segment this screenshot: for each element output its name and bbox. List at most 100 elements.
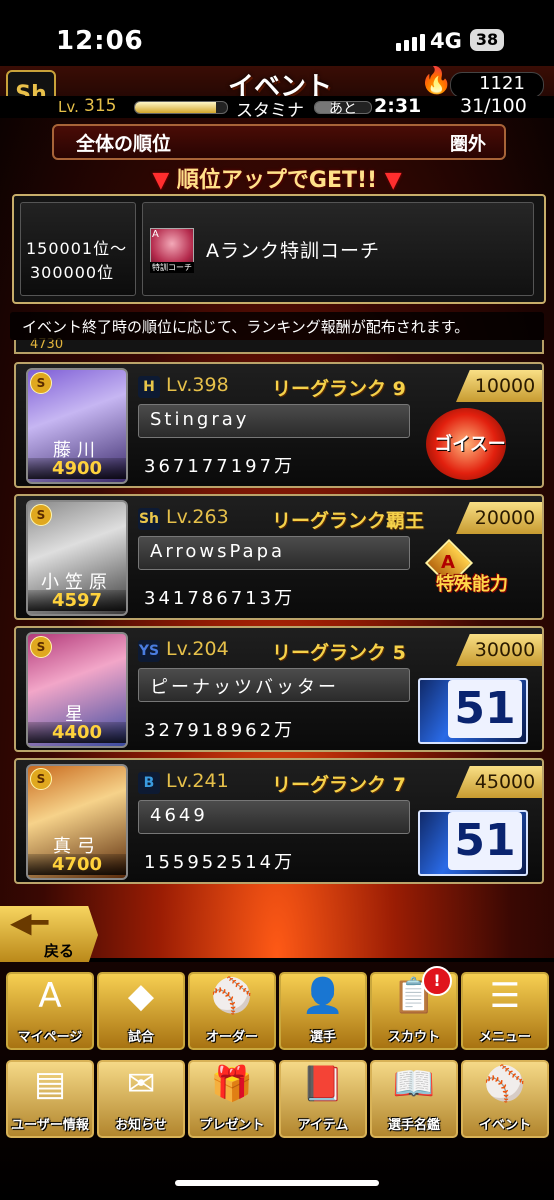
xp-fill <box>135 102 216 113</box>
card-tier-badge: S <box>30 504 52 526</box>
league-rank: リーグランク 9 <box>272 378 406 400</box>
table-row[interactable]: S 小笠原 4597 Sh Lv.263 リーグランク覇王 20000 Arro… <box>14 494 544 620</box>
event-icon: ⚾ <box>483 1064 527 1104</box>
reward-range-start: 150001位～ <box>26 239 128 258</box>
player-card[interactable]: S 星 4400 <box>26 632 128 748</box>
table-row[interactable]: S 藤川 4900 H Lv.398 リーグランク 9 10000 Stingr… <box>14 362 544 488</box>
back-arrow-icon: ◀━ <box>10 906 49 939</box>
scout-alert-badge: ! <box>422 966 452 996</box>
user-name: 4649 <box>150 805 208 826</box>
coach-item-label: 特訓コーチ <box>150 262 194 273</box>
special-ability-icon[interactable]: A 特殊能力 <box>412 538 530 612</box>
table-row[interactable]: S 真弓 4700 B Lv.241 リーグランク 7 45000 4649 1… <box>14 758 544 884</box>
player-card[interactable]: S 真弓 4700 <box>26 764 128 880</box>
signal-icon <box>396 32 428 51</box>
triangle-down-icon: ▼ <box>152 168 170 193</box>
user-name: Stingray <box>150 409 250 430</box>
user-score: 367177197万 <box>144 456 296 477</box>
prize-text: ゴイスー <box>434 434 506 455</box>
xp-bar <box>134 101 228 114</box>
level-label: Lv. <box>58 98 79 116</box>
nav-news-button[interactable]: ✉ お知らせ <box>97 1060 185 1138</box>
player-card[interactable]: S 藤川 4900 <box>26 368 128 484</box>
points-value: 45000 <box>474 771 536 793</box>
rank-up-banner: ▼ 順位アップでGET!! ▼ <box>140 162 414 194</box>
prize-text: 51 <box>448 812 522 870</box>
table-row[interactable]: S 星 4400 YS Lv.204 リーグランク 5 30000 ピーナッツバ… <box>14 626 544 752</box>
card-tier-badge: S <box>30 768 52 790</box>
order-icon: ⚾ <box>210 976 254 1016</box>
nav-player-guide-button[interactable]: 📖 選手名鑑 <box>370 1060 458 1138</box>
network-label: 4G <box>430 29 462 53</box>
nav-mypage-button[interactable]: A マイページ <box>6 972 94 1050</box>
nav-event-button[interactable]: ⚾ イベント <box>461 1060 549 1138</box>
goisu-badge-icon[interactable]: ゴイスー <box>412 408 530 480</box>
nav-label: ユーザー情報 <box>11 1118 89 1133</box>
player-card-power: 4400 <box>28 722 126 743</box>
league-rank: リーグランク覇王 <box>272 510 425 532</box>
nav-label: メニュー <box>478 1030 531 1045</box>
nav-match-button[interactable]: ◆ 試合 <box>97 972 185 1050</box>
items-icon: 📕 <box>301 1064 345 1104</box>
nav-present-button[interactable]: 🎁 プレゼント <box>188 1060 276 1138</box>
user-score: 155952514万 <box>144 852 296 873</box>
team-icon: Sh <box>138 508 160 530</box>
reward-name: Aランク特訓コーチ <box>206 240 380 262</box>
rank-up-text: 順位アップでGET!! <box>176 168 378 193</box>
nav-label: お知らせ <box>115 1118 167 1133</box>
team-icon: YS <box>138 640 160 662</box>
players-icon: 👤 <box>301 976 345 1016</box>
nav-label: 選手 <box>309 1030 336 1045</box>
overall-rank-label: 全体の順位 <box>76 133 172 155</box>
user-score: 327918962万 <box>144 720 296 741</box>
player-level: Lv.398 <box>166 374 229 396</box>
points-value: 30000 <box>474 639 536 661</box>
list-item-partial <box>14 340 544 354</box>
league-rank: リーグランク 7 <box>272 774 406 796</box>
menu-icon: ☰ <box>489 976 521 1016</box>
player-level: Lv.204 <box>166 638 229 660</box>
news-icon: ✉ <box>126 1064 156 1104</box>
nav-label: アイテム <box>297 1118 349 1133</box>
nav-label: 試合 <box>127 1030 154 1045</box>
back-label: 戻る <box>44 942 75 960</box>
number-51-card-icon[interactable]: 51 <box>412 672 530 744</box>
present-icon: 🎁 <box>210 1064 254 1104</box>
level-value: 315 <box>84 96 117 116</box>
stamina-count: 31/100 <box>460 95 527 117</box>
player-guide-icon: 📖 <box>392 1064 436 1104</box>
player-card-power: 4597 <box>28 590 126 611</box>
user-name: ArrowsPapa <box>150 541 286 562</box>
nav-menu-button[interactable]: ☰ メニュー <box>461 972 549 1050</box>
coin-count: 1121 <box>479 73 525 94</box>
mypage-icon: A <box>38 976 62 1016</box>
nav-label: 選手名鑑 <box>387 1118 440 1133</box>
number-51-card-icon[interactable]: 51 <box>412 804 530 876</box>
nav-user-info-button[interactable]: ▤ ユーザー情報 <box>6 1060 94 1138</box>
nav-items-button[interactable]: 📕 アイテム <box>279 1060 367 1138</box>
user-score: 341786713万 <box>144 588 296 609</box>
card-tier-badge: S <box>30 636 52 658</box>
moon-icon: ☾ <box>124 28 144 53</box>
player-card-power: 4700 <box>28 854 126 875</box>
team-icon: H <box>138 376 160 398</box>
nav-label: イベント <box>478 1118 531 1133</box>
player-level: Lv.241 <box>166 770 229 792</box>
league-rank: リーグランク 5 <box>272 642 406 664</box>
notice-text: イベント終了時の順位に応じて、ランキング報酬が配布されます。 <box>22 318 470 336</box>
user-info-icon: ▤ <box>33 1064 67 1104</box>
remaining-label: あと <box>329 101 357 117</box>
nav-label: オーダー <box>205 1030 258 1045</box>
player-card-power: 4900 <box>28 458 126 479</box>
nav-players-button[interactable]: 👤 選手 <box>279 972 367 1050</box>
nav-order-button[interactable]: ⚾ オーダー <box>188 972 276 1050</box>
points-value: 10000 <box>474 375 536 397</box>
player-card[interactable]: S 小笠原 4597 <box>26 500 128 616</box>
team-icon: B <box>138 772 160 794</box>
prize-text: 51 <box>448 680 522 738</box>
home-indicator[interactable] <box>175 1180 379 1186</box>
match-icon: ◆ <box>127 976 155 1016</box>
reward-range-end: 300000位 <box>30 263 115 282</box>
triangle-down-icon: ▼ <box>384 168 402 193</box>
prize-text: 特殊能力 <box>436 574 508 595</box>
